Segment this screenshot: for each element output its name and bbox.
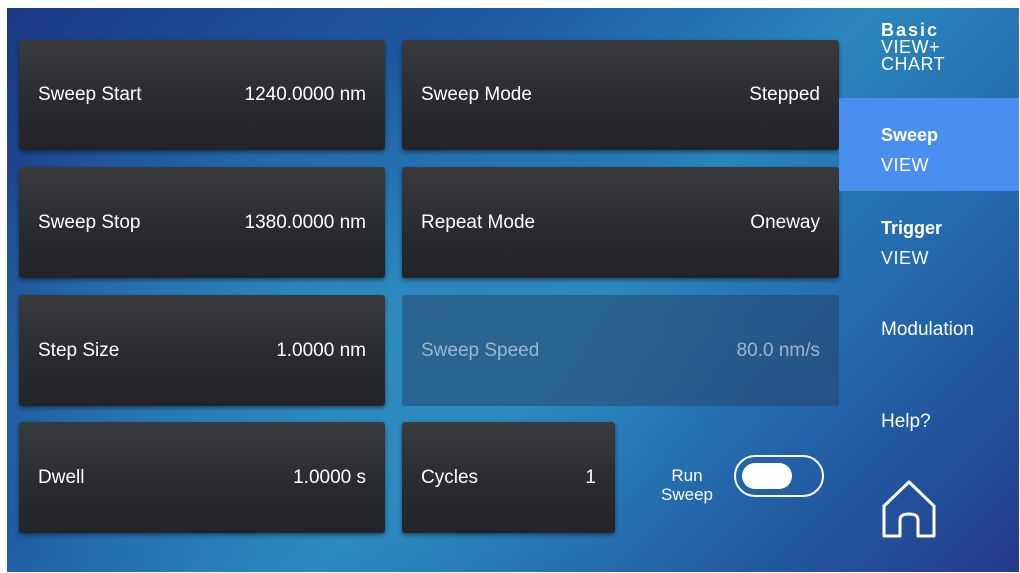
repeat-mode-tile[interactable]: Repeat Mode Oneway xyxy=(402,167,839,278)
cycles-value: 1 xyxy=(585,466,596,488)
nav-basic-sub2: CHART xyxy=(881,54,946,74)
step-size-label: Step Size xyxy=(38,339,120,361)
nav-trigger-title: Trigger xyxy=(881,218,943,238)
sweep-mode-value: Stepped xyxy=(749,84,820,105)
nav-modulation-label: Modulation xyxy=(881,319,974,340)
sweep-speed-value: 80.0 nm/s xyxy=(736,339,820,361)
step-size-tile[interactable]: Step Size 1.0000 nm xyxy=(19,295,385,406)
step-size-value: 1.0000 nm xyxy=(276,339,366,361)
sweep-stop-label: Sweep Stop xyxy=(38,211,141,233)
sweep-speed-tile: Sweep Speed 80.0 nm/s xyxy=(402,295,839,406)
repeat-mode-value: Oneway xyxy=(750,211,820,233)
sweep-mode-tile[interactable]: Sweep Mode Stepped xyxy=(402,40,839,150)
dwell-label: Dwell xyxy=(38,466,85,488)
nav-help[interactable]: Help? xyxy=(839,411,1019,433)
cycles-label: Cycles xyxy=(421,466,479,488)
nav-basic-view-chart[interactable]: Basic VIEW+ CHART xyxy=(839,21,1019,74)
repeat-mode-label: Repeat Mode xyxy=(421,211,536,233)
nav-trigger-view[interactable]: Trigger VIEW xyxy=(839,213,1019,273)
toggle-knob xyxy=(742,463,792,489)
nav-modulation[interactable]: Modulation xyxy=(839,319,1019,341)
run-sweep-label-line1: Run xyxy=(671,466,703,485)
nav-sweep-title: Sweep xyxy=(881,125,939,145)
nav-trigger-sub: VIEW xyxy=(881,248,930,268)
dwell-value: 1.0000 s xyxy=(293,466,366,488)
sweep-stop-value: 1380.0000 nm xyxy=(244,211,367,233)
sweep-speed-label: Sweep Speed xyxy=(421,339,540,361)
run-sweep-label: Run Sweep xyxy=(657,466,717,504)
sweep-mode-label: Sweep Mode xyxy=(421,84,532,105)
sweep-stop-tile[interactable]: Sweep Stop 1380.0000 nm xyxy=(19,167,385,278)
sweep-start-value: 1240.0000 nm xyxy=(244,84,367,105)
run-sweep-label-line2: Sweep xyxy=(661,485,713,504)
home-icon xyxy=(882,480,936,538)
home-button[interactable] xyxy=(879,476,939,540)
dwell-tile[interactable]: Dwell 1.0000 s xyxy=(19,422,385,533)
run-sweep-toggle[interactable] xyxy=(734,455,824,497)
nav-sweep-view[interactable]: Sweep VIEW xyxy=(839,98,1019,191)
sweep-start-label: Sweep Start xyxy=(38,84,142,105)
cycles-tile[interactable]: Cycles 1 xyxy=(402,422,615,533)
nav-sweep-sub: VIEW xyxy=(881,155,930,175)
sweep-start-tile[interactable]: Sweep Start 1240.0000 nm xyxy=(19,40,385,150)
nav-help-label: Help? xyxy=(881,411,931,432)
sweep-view-screen: Sweep Start 1240.0000 nm Sweep Mode Step… xyxy=(7,8,1019,572)
